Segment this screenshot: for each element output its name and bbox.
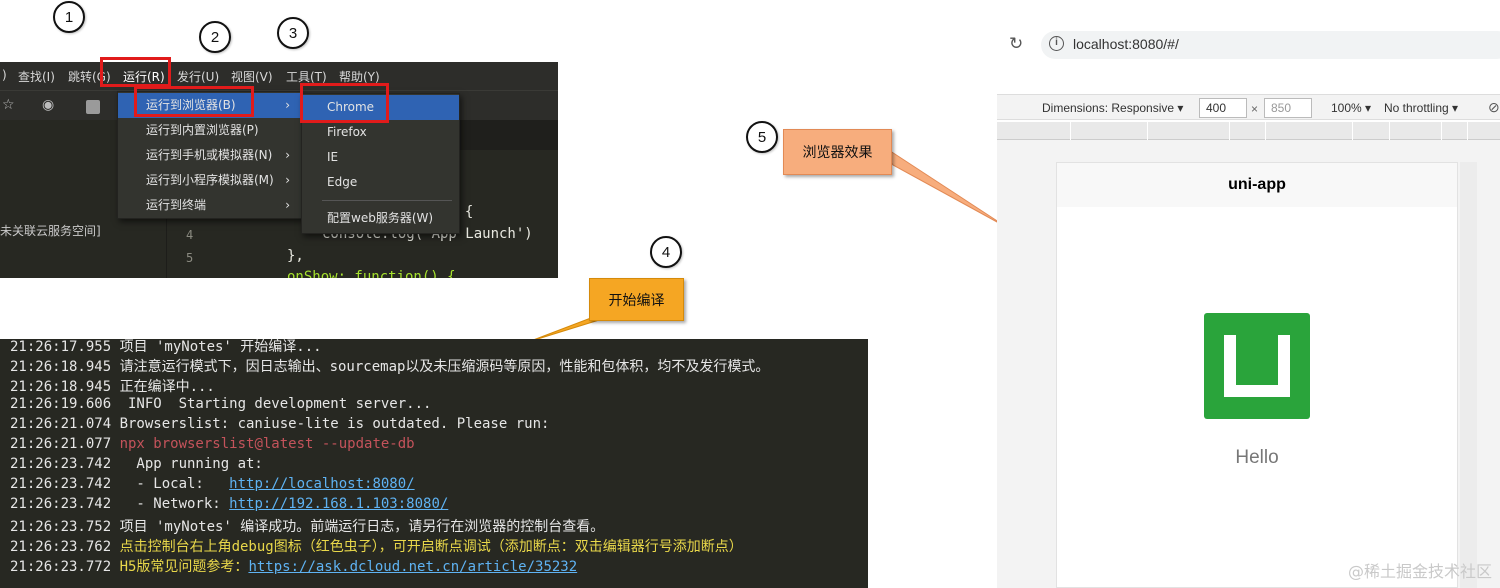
url-text: localhost:8080/#/ [1073, 36, 1179, 52]
height-input[interactable]: 850 [1264, 98, 1312, 118]
url-field[interactable]: i localhost:8080/#/ [1041, 31, 1500, 59]
hello-text: Hello [1235, 447, 1279, 468]
uniapp-logo [1204, 313, 1310, 419]
console-line: 21:26:23.772 H5版常见问题参考：https://ask.dclou… [10, 556, 577, 576]
console-timestamp: 21:26:23.742 - Local: [10, 476, 230, 492]
throttling-select[interactable]: No throttling ▾ [1384, 101, 1458, 115]
console-line: 21:26:23.742 App running at: [10, 456, 263, 472]
rotate-icon[interactable]: ⊘ [1488, 99, 1500, 116]
media-query-ruler [997, 122, 1500, 140]
console-line: 21:26:23.742 - Local: http://localhost:8… [10, 476, 415, 492]
console-debug-hint: 点击控制台右上角debug图标（红色虫子），可开启断点调试（添加断点：双击编辑器… [119, 539, 743, 555]
console-line: 21:26:21.077 npx browserslist@latest --u… [10, 436, 415, 452]
browser-window: ↻ i localhost:8080/#/ Dimensions: Respon… [997, 28, 1500, 588]
viewport-scrollbar[interactable] [1460, 162, 1477, 588]
note-browser-effect: 浏览器效果 [783, 129, 892, 175]
logo-mark [1224, 335, 1290, 397]
console-timestamp: 21:26:21.077 [10, 436, 120, 452]
console-timestamp: 21:26:23.742 - Network: [10, 496, 230, 512]
console-line: 21:26:17.955 项目 'myNotes' 开始编译... [10, 339, 322, 355]
console-timestamp: 21:26:23.762 [10, 539, 120, 555]
width-input[interactable]: 400 [1199, 98, 1247, 118]
console-line: 21:26:18.945 正在编译中... [10, 379, 215, 395]
console-line: 21:26:21.074 Browserslist: caniuse-lite … [10, 416, 550, 432]
console-faq-label: H5版常见问题参考： [119, 559, 249, 575]
console-timestamp: 21:26:23.772 [10, 559, 120, 575]
pointer-browser [877, 142, 1009, 229]
network-url-link[interactable]: http://192.168.1.103:8080/ [229, 496, 448, 512]
watermark: @稀土掘金技术社区 [1347, 562, 1492, 581]
console-line: 21:26:23.742 - Network: http://192.168.1… [10, 496, 448, 512]
times-sign: × [1251, 102, 1259, 116]
page-navbar-title: uni-app [1057, 163, 1457, 207]
console-hint: npx browserslist@latest --update-db [119, 436, 415, 452]
devtools-device-toolbar: Dimensions: Responsive ▾ 400 × 850 100% … [997, 94, 1500, 120]
page-viewport: uni-app Hello [1056, 162, 1458, 588]
address-bar: ↻ i localhost:8080/#/ [997, 28, 1500, 62]
console-line: 21:26:18.945 请注意运行模式下，因日志输出、sourcemap以及未… [10, 359, 770, 375]
info-icon[interactable]: i [1049, 36, 1064, 51]
local-url-link[interactable]: http://localhost:8080/ [229, 476, 414, 492]
note-compile: 开始编译 [589, 278, 684, 321]
dimensions-select[interactable]: Dimensions: Responsive ▾ [1042, 101, 1183, 115]
console-line: 21:26:19.606 INFO Starting development s… [10, 396, 432, 412]
reload-icon[interactable]: ↻ [1009, 34, 1023, 54]
console-panel: 21:26:17.955 项目 'myNotes' 开始编译... 21:26:… [0, 339, 868, 588]
faq-link[interactable]: https://ask.dcloud.net.cn/article/35232 [248, 559, 577, 575]
zoom-select[interactable]: 100% ▾ [1331, 101, 1371, 115]
console-line: 21:26:23.762 点击控制台右上角debug图标（红色虫子），可开启断点… [10, 536, 743, 556]
console-line: 21:26:23.752 项目 'myNotes' 编译成功。前端运行日志，请另… [10, 519, 605, 535]
